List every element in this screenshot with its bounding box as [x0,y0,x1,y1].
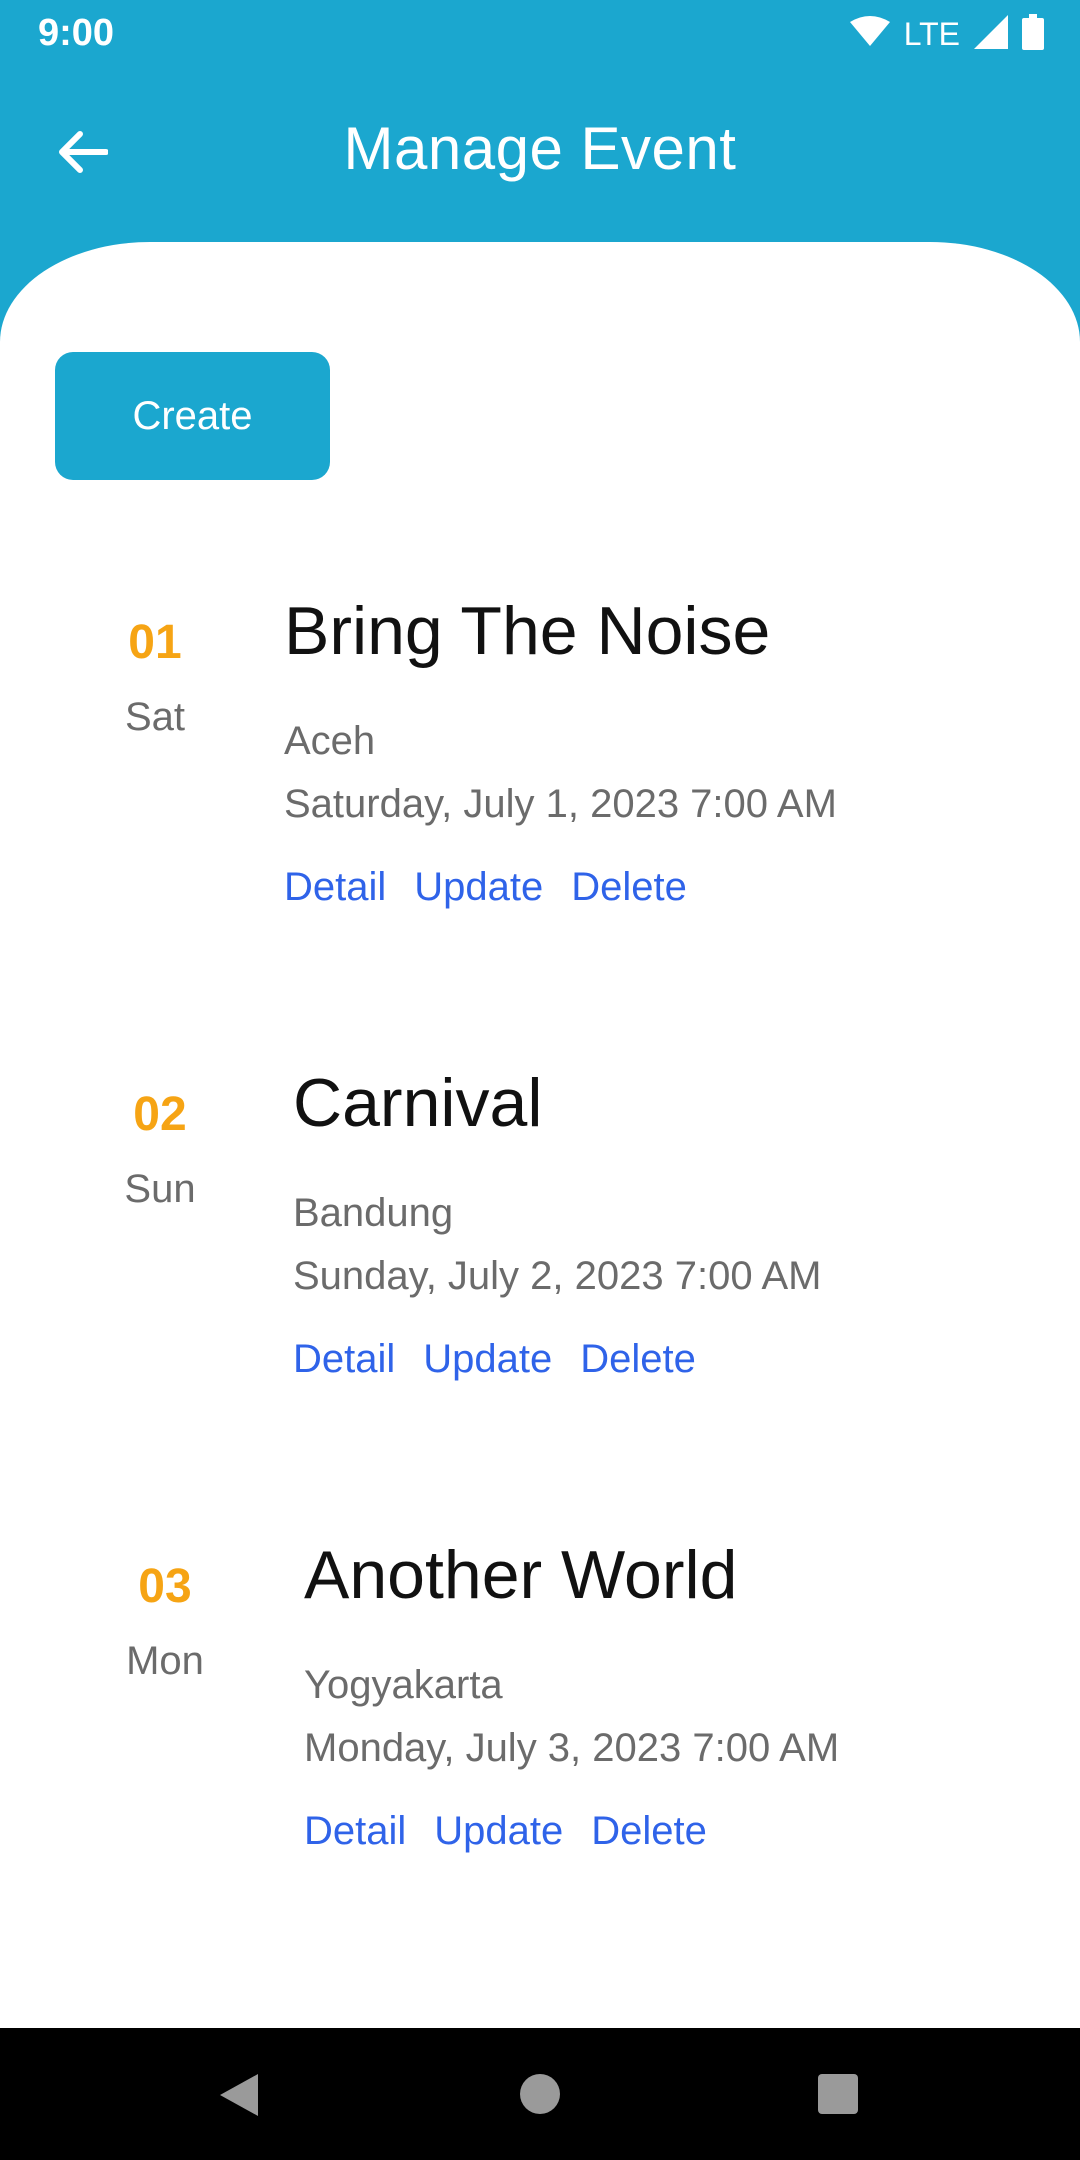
event-datetime: Sunday, July 2, 2023 7:00 AM [293,1254,822,1298]
update-link[interactable]: Update [414,865,543,910]
detail-link[interactable]: Detail [304,1809,406,1854]
network-type: LTE [903,15,960,52]
nav-home-icon[interactable] [520,2074,560,2114]
system-nav-bar [0,2028,1080,2160]
status-bar: 9:00 LTE [0,0,1080,66]
event-actions: Detail Update Delete [304,1809,839,1854]
update-link[interactable]: Update [423,1337,552,1382]
app-bar: Manage Event [0,66,1080,242]
create-button[interactable]: Create [55,352,330,480]
event-datetime: Saturday, July 1, 2023 7:00 AM [284,782,837,826]
content-card: Create 01 Sat Bring The Noise Aceh Satur… [0,242,1080,2028]
nav-back-icon[interactable] [218,2072,260,2123]
wifi-icon [849,15,890,53]
page-title: Manage Event [343,115,737,182]
delete-link[interactable]: Delete [580,1337,696,1382]
detail-link[interactable]: Detail [293,1337,395,1382]
signal-icon [974,14,1008,54]
event-item: 01 Sat Bring The Noise Aceh Saturday, Ju… [0,597,1080,1015]
event-location: Yogyakarta [304,1663,503,1707]
event-body: Carnival Bandung Sunday, July 2, 2023 7:… [293,1069,822,1382]
update-link[interactable]: Update [434,1809,563,1854]
delete-link[interactable]: Delete [571,865,687,910]
event-day-name: Sun [124,1167,196,1211]
event-datetime: Monday, July 3, 2023 7:00 AM [304,1726,840,1770]
status-icons: LTE [849,13,1044,55]
event-day-name: Mon [126,1639,204,1683]
battery-icon [1022,13,1044,55]
event-title: Carnival [293,1065,543,1141]
event-location: Bandung [293,1191,454,1235]
event-item: 03 Mon Another World Yogyakarta Monday, … [0,1541,1080,1959]
detail-link[interactable]: Detail [284,865,386,910]
event-body: Bring The Noise Aceh Saturday, July 1, 2… [284,597,837,910]
event-location: Aceh [284,719,376,763]
status-time: 9:00 [38,12,115,54]
event-item: 02 Sun Carnival Bandung Sunday, July 2, … [0,1069,1080,1487]
nav-recents-icon[interactable] [818,2074,858,2114]
delete-link[interactable]: Delete [591,1809,707,1854]
event-body: Another World Yogyakarta Monday, July 3,… [304,1541,839,1854]
event-actions: Detail Update Delete [284,865,837,910]
event-actions: Detail Update Delete [293,1337,822,1382]
event-day-name: Sat [124,695,186,739]
event-title: Bring The Noise [284,593,771,669]
event-day-number: 02 [133,1088,187,1141]
event-title: Another World [304,1537,738,1613]
event-day-number: 01 [128,616,182,669]
event-day-number: 03 [138,1560,192,1613]
